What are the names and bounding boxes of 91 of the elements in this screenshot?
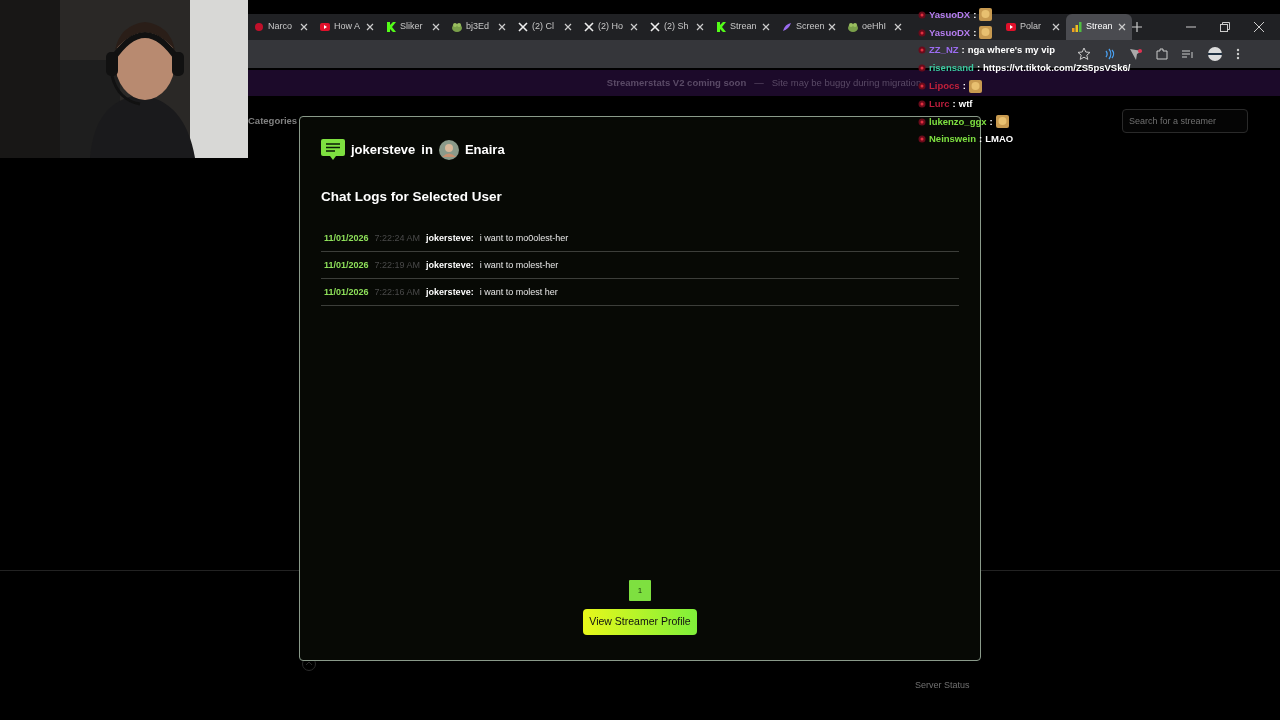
- close-icon[interactable]: [1118, 23, 1126, 31]
- chat-colon: :: [973, 25, 977, 40]
- close-icon[interactable]: [828, 23, 836, 31]
- chat-colon: :: [952, 96, 956, 111]
- bar-chart-icon: [1072, 22, 1082, 32]
- chat-colon: :: [962, 78, 966, 93]
- browser-tab[interactable]: Screen: [776, 14, 842, 40]
- message-date: 11/01/2026: [324, 258, 369, 272]
- footer-link[interactable]: Server Status: [915, 679, 970, 693]
- play-icon: [1006, 22, 1016, 32]
- chat-icon: [321, 139, 345, 161]
- browser-tab[interactable]: Narco: [248, 14, 314, 40]
- play-icon: [320, 22, 330, 32]
- message-text: i want to molest-her: [479, 258, 559, 272]
- pointer-icon[interactable]: [1130, 48, 1142, 60]
- chat-message: https://vt.tiktok.com/ZS5psVSk6/: [983, 61, 1131, 76]
- message-user: jokersteve:: [426, 285, 474, 299]
- chat-username: Neinswein: [929, 132, 976, 147]
- close-icon[interactable]: [564, 23, 572, 31]
- chat-username: ZZ_NZ: [929, 43, 959, 58]
- search-field[interactable]: Search for a streamer: [1122, 109, 1248, 133]
- close-icon[interactable]: [894, 23, 902, 31]
- nav-link[interactable]: Categories: [248, 113, 298, 129]
- x-shape-icon: [518, 22, 528, 32]
- chat-colon: :: [976, 61, 981, 76]
- close-icon[interactable]: [630, 23, 638, 31]
- view-profile-button[interactable]: View Streamer Profile: [583, 609, 697, 635]
- chat-colon: :: [961, 43, 965, 58]
- star-icon[interactable]: [1078, 48, 1090, 60]
- x-shape-icon: [650, 22, 660, 32]
- restore-icon[interactable]: [1220, 22, 1230, 32]
- chat-message: wtf: [958, 96, 973, 111]
- signal-icon[interactable]: [1104, 48, 1116, 60]
- chat-username: YasuoDX: [929, 25, 971, 40]
- connector-text: in: [421, 141, 433, 160]
- chat-username: lukenzo_ggx: [929, 114, 987, 129]
- banner-separator: —: [754, 75, 764, 90]
- browser-tab[interactable]: Strean: [710, 14, 776, 40]
- message-date: 11/01/2026: [324, 285, 369, 299]
- browser-tab[interactable]: Strean: [1066, 14, 1132, 40]
- chat-username: Lipocs: [929, 78, 960, 93]
- chat-colon: :: [979, 132, 983, 147]
- chat-message: LMAO: [985, 132, 1014, 147]
- emote-icon: [979, 8, 993, 22]
- chat-colon: :: [989, 114, 993, 129]
- username: jokersteve: [351, 141, 416, 160]
- close-icon[interactable]: [366, 23, 374, 31]
- chat-username: risensand: [929, 61, 974, 76]
- browser-tab[interactable]: bj3Ed: [446, 14, 512, 40]
- browser-tab[interactable]: oeHhI: [842, 14, 908, 40]
- chat-colon: :: [973, 7, 977, 22]
- close-icon[interactable]: [498, 23, 506, 31]
- banner-message: Site may be buggy during migration: [771, 75, 922, 90]
- circle-icon: [254, 22, 264, 32]
- browser-tab[interactable]: How A: [314, 14, 380, 40]
- browser-tab[interactable]: (2) Ho: [578, 14, 644, 40]
- streamer-name[interactable]: Enaira: [464, 140, 505, 160]
- feather-icon: [782, 22, 792, 32]
- browser-tab[interactable]: (2) Sh: [644, 14, 710, 40]
- message-date: 11/01/2026: [324, 231, 369, 245]
- close-icon[interactable]: [762, 23, 770, 31]
- close-icon[interactable]: [1052, 23, 1060, 31]
- message-time: 7:22:24 AM: [374, 231, 421, 245]
- close-icon[interactable]: [300, 23, 308, 31]
- message-text: i want to molest her: [479, 285, 558, 299]
- banner-title: Streamerstats V2 coming soon: [606, 75, 747, 90]
- menu-icon[interactable]: [1236, 48, 1240, 60]
- emote-icon: [979, 26, 993, 40]
- chat-username: Lurc: [929, 96, 950, 111]
- message-user: jokersteve:: [426, 258, 474, 272]
- x-shape-icon: [584, 22, 594, 32]
- section-heading: Chat Logs for Selected User: [321, 188, 503, 206]
- browser-tab[interactable]: Polar: [1000, 14, 1066, 40]
- k-shape-icon: [716, 22, 726, 32]
- frog-icon: [848, 22, 858, 32]
- message-time: 7:22:16 AM: [374, 285, 421, 299]
- browser-tab[interactable]: (2) Cl: [512, 14, 578, 40]
- browser-tab[interactable]: Sliker: [380, 14, 446, 40]
- message-time: 7:22:19 AM: [374, 258, 421, 272]
- close-icon[interactable]: [1254, 22, 1264, 32]
- media-icon[interactable]: [1182, 48, 1194, 60]
- frog-icon: [452, 22, 462, 32]
- chat-username: YasuoDX: [929, 7, 971, 22]
- k-shape-icon: [386, 22, 396, 32]
- new-tab-icon[interactable]: [1132, 22, 1142, 32]
- chat-message: nga where's my vip: [967, 43, 1055, 58]
- message-text: i want to mo0olest-her: [479, 231, 569, 245]
- page-button[interactable]: 1: [629, 580, 651, 602]
- message-user: jokersteve:: [426, 231, 474, 245]
- close-icon[interactable]: [696, 23, 704, 31]
- close-icon[interactable]: [432, 23, 440, 31]
